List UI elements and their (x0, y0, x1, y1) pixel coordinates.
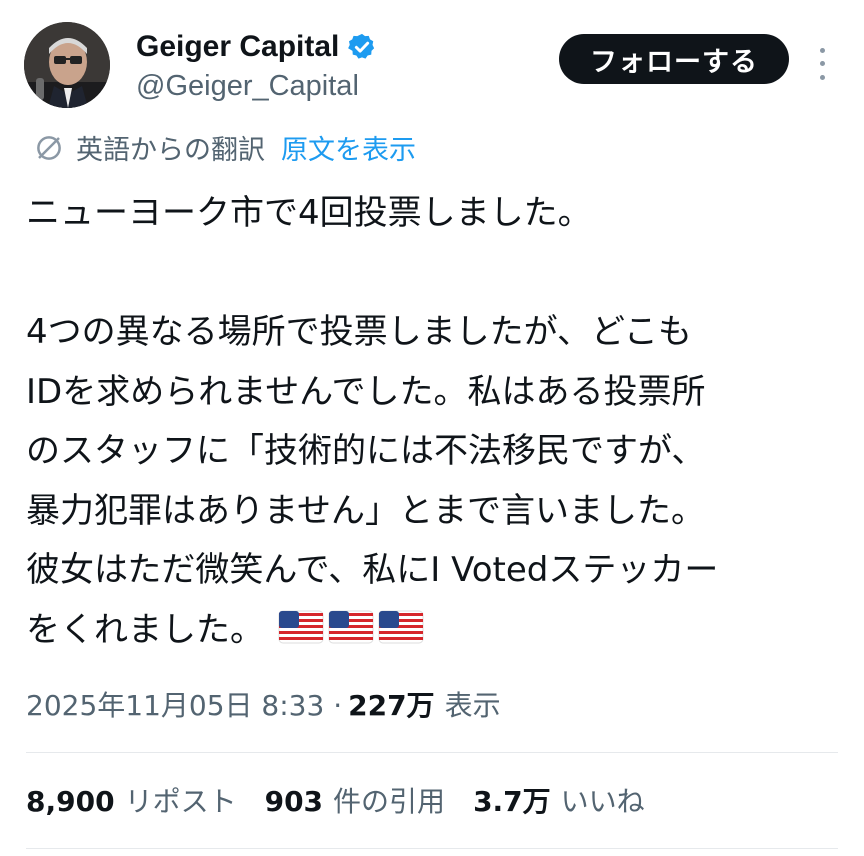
tweet-timestamp[interactable]: 2025年11月05日 8:33 · (26, 684, 342, 724)
flag-emoji-group (278, 610, 424, 644)
translation-row: 英語からの翻訳 原文を表示 (34, 128, 416, 167)
tweet-text: ニューヨーク市で4回投票しました。 4つの異なる場所で投票しましたが、どこも I… (26, 184, 836, 660)
translation-label: 英語からの翻訳 (76, 135, 265, 166)
repost-label[interactable]: リポスト (125, 780, 237, 820)
divider (26, 848, 838, 849)
view-count-label: 表示 (444, 689, 501, 722)
more-options-icon[interactable] (810, 44, 834, 84)
author-handle[interactable]: @Geiger_Capital (136, 70, 359, 103)
repost-count[interactable]: 8,900 (26, 785, 115, 818)
quote-count[interactable]: 903 (265, 785, 323, 818)
tweet-line: ニューヨーク市で4回投票しました。 (26, 193, 592, 233)
us-flag-icon (378, 610, 424, 644)
show-original-link[interactable]: 原文を表示 (281, 128, 416, 167)
us-flag-icon (328, 610, 374, 644)
follow-button[interactable]: フォローする (559, 34, 789, 84)
tweet-line: IDを求められませんでした。私はある投票所 (26, 371, 706, 412)
tweet-last-line: をくれました。 (26, 601, 836, 661)
tweet-line: 4つの異なる場所で投票しましたが、どこも (26, 312, 692, 352)
tweet-line: のスタッフに「技術的には不法移民ですが、 (26, 431, 706, 471)
verified-badge-icon (348, 33, 375, 59)
author-name-row: Geiger Capital (136, 30, 377, 64)
avatar[interactable] (24, 22, 110, 108)
tweet-line: をくれました。 (26, 609, 264, 650)
tweet-meta: 2025年11月05日 8:33 · 227万 表示 (26, 684, 501, 724)
tweet-line: 暴力犯罪はありません」とまで言いました。 (26, 490, 705, 531)
like-label[interactable]: いいね (561, 780, 645, 820)
us-flag-icon (278, 610, 324, 644)
translate-globe-icon (37, 135, 61, 160)
author-display-name[interactable]: Geiger Capital (136, 30, 339, 64)
like-count[interactable]: 3.7万 (473, 780, 551, 820)
quote-label[interactable]: 件の引用 (333, 780, 445, 820)
tweet-line: 彼女はただ微笑んで、私にI Votedステッカー (26, 550, 719, 590)
divider (26, 752, 838, 753)
engagement-stats: 8,900 リポスト 903 件の引用 3.7万 いいね (26, 780, 673, 820)
tweet-header: Geiger Capital @Geiger_Capital フォローする (24, 22, 840, 114)
view-count: 227万 (348, 689, 435, 722)
